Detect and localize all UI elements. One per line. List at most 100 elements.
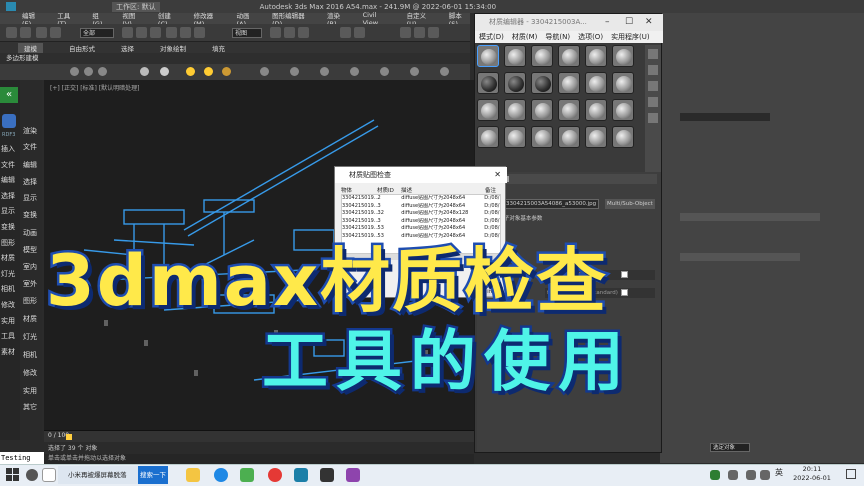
render-frame-icon[interactable] xyxy=(414,27,425,38)
select-icon[interactable] xyxy=(122,27,133,38)
close-button[interactable]: ✕ xyxy=(494,167,501,183)
selected-objects-select[interactable]: 选定对象 xyxy=(710,443,750,452)
box-icon[interactable] xyxy=(70,67,79,76)
sample-slot[interactable] xyxy=(477,126,499,148)
toolbox-item[interactable]: 模型 xyxy=(23,245,37,255)
particle-icon[interactable] xyxy=(380,67,389,76)
time-slider[interactable]: 0 / 100 xyxy=(44,430,474,442)
sample-slot[interactable] xyxy=(612,45,634,67)
toolbox-item[interactable]: 灯光 xyxy=(23,332,37,342)
tab-selection[interactable]: 选择 xyxy=(121,43,134,53)
sample-slot[interactable] xyxy=(531,45,553,67)
plugin-item[interactable]: 工具 xyxy=(1,329,19,345)
table-row[interactable]: 3304215019... 3 diffuse贴图尺寸为2048x64 D:/0… xyxy=(342,203,500,211)
sample-slot[interactable] xyxy=(585,45,607,67)
sample-slot[interactable] xyxy=(612,99,634,121)
toolbox-item[interactable]: 编辑 xyxy=(23,160,37,170)
toolbox-item[interactable]: 渲染 xyxy=(23,126,37,136)
sample-slot[interactable] xyxy=(477,72,499,94)
3ds-max-icon[interactable] xyxy=(294,468,308,482)
browser-icon[interactable] xyxy=(268,468,282,482)
plugin-item[interactable]: 图形 xyxy=(1,236,19,252)
compound-icon[interactable] xyxy=(410,67,419,76)
toolbox-item[interactable]: 室外 xyxy=(23,279,37,289)
tray-icon[interactable] xyxy=(710,470,720,480)
time-slider-handle[interactable] xyxy=(66,434,72,440)
toolbox-item[interactable]: 文件 xyxy=(23,142,37,152)
tab-populate[interactable]: 填充 xyxy=(212,43,225,53)
sample-type-icon[interactable] xyxy=(648,49,658,59)
sample-slot[interactable] xyxy=(477,45,499,67)
plugin-item[interactable]: 选择 xyxy=(1,189,19,205)
sample-slot[interactable] xyxy=(612,126,634,148)
command-row[interactable] xyxy=(680,253,800,261)
teapot-icon[interactable] xyxy=(140,67,149,76)
selection-filter-select[interactable]: 全部 xyxy=(80,28,114,38)
uv-tiling-icon[interactable] xyxy=(648,97,658,107)
plugin-item[interactable]: 实用 xyxy=(1,314,19,330)
toolbox-item[interactable]: 其它 xyxy=(23,402,37,412)
toolbox-item[interactable]: 图形 xyxy=(23,296,37,306)
plugin-item[interactable]: 素材 xyxy=(1,345,19,361)
command-row[interactable] xyxy=(680,213,820,221)
cylinder-icon[interactable] xyxy=(98,67,107,76)
windows-start-icon[interactable] xyxy=(6,468,20,482)
percent-snap-icon[interactable] xyxy=(298,27,309,38)
align-icon[interactable] xyxy=(354,27,365,38)
app-icon[interactable] xyxy=(346,468,360,482)
sample-slot[interactable] xyxy=(531,72,553,94)
redo-icon[interactable] xyxy=(20,27,31,38)
sample-slot[interactable] xyxy=(531,126,553,148)
toolbox-item[interactable]: 实用 xyxy=(23,386,37,396)
sample-slot[interactable] xyxy=(585,126,607,148)
sub-material-toggle[interactable] xyxy=(621,289,628,296)
sample-slot[interactable] xyxy=(504,126,526,148)
sample-slot[interactable] xyxy=(612,72,634,94)
plugin-item[interactable]: 修改 xyxy=(1,298,19,314)
column-header[interactable]: 材质ID xyxy=(377,186,401,194)
system-icon[interactable] xyxy=(290,67,299,76)
toolbox-item[interactable]: 修改 xyxy=(23,368,37,378)
task-view-icon[interactable] xyxy=(42,468,56,482)
sample-slot[interactable] xyxy=(585,72,607,94)
sample-slot[interactable] xyxy=(504,72,526,94)
sample-slot[interactable] xyxy=(558,99,580,121)
angle-snap-icon[interactable] xyxy=(284,27,295,38)
command-row[interactable] xyxy=(680,113,770,121)
render-icon[interactable] xyxy=(428,27,439,38)
toolbox-item[interactable]: 动画 xyxy=(23,228,37,238)
file-explorer-icon[interactable] xyxy=(186,468,200,482)
plugin-item[interactable]: 插入 xyxy=(1,142,19,158)
column-header[interactable]: 描述 xyxy=(401,186,485,194)
column-header[interactable]: 备注 xyxy=(485,186,501,194)
tab-modeling[interactable]: 建模 xyxy=(18,42,43,53)
close-button[interactable]: ✕ xyxy=(645,14,653,31)
sample-slot[interactable] xyxy=(504,45,526,67)
column-header[interactable]: 物体 xyxy=(341,186,377,194)
light-icon[interactable] xyxy=(186,67,195,76)
taskbar-news-item[interactable]: 小米再被爆屏幕脱落 xyxy=(58,466,138,484)
search-icon[interactable] xyxy=(26,469,38,481)
menu-item[interactable]: 导航(N) xyxy=(545,32,570,42)
plugin-item[interactable]: 变换 xyxy=(1,220,19,236)
taskbar-clock[interactable]: 20:11 2022-06-01 xyxy=(790,465,834,483)
sample-slot[interactable] xyxy=(531,99,553,121)
sphere-icon[interactable] xyxy=(84,67,93,76)
sample-slot[interactable] xyxy=(477,99,499,121)
rotate-icon[interactable] xyxy=(180,27,191,38)
toolbox-item[interactable]: 相机 xyxy=(23,350,37,360)
menu-item[interactable]: 实用程序(U) xyxy=(611,32,650,42)
plane-icon[interactable] xyxy=(160,67,169,76)
camera-icon[interactable] xyxy=(320,67,329,76)
tab-freeform[interactable]: 自由形式 xyxy=(69,43,95,53)
taskbar-search-button[interactable]: 搜索一下 xyxy=(138,466,168,484)
video-check-icon[interactable] xyxy=(648,113,658,123)
toolbox-item[interactable]: 选择 xyxy=(23,177,37,187)
toolbox-item[interactable]: 变换 xyxy=(23,210,37,220)
plugin-item[interactable]: 材质 xyxy=(1,251,19,267)
collapse-arrow-icon[interactable]: « xyxy=(0,87,18,103)
toolbox-item[interactable]: 显示 xyxy=(23,193,37,203)
unlink-icon[interactable] xyxy=(50,27,61,38)
reference-coord-select[interactable]: 视图 xyxy=(232,28,262,38)
store-icon[interactable] xyxy=(240,468,254,482)
